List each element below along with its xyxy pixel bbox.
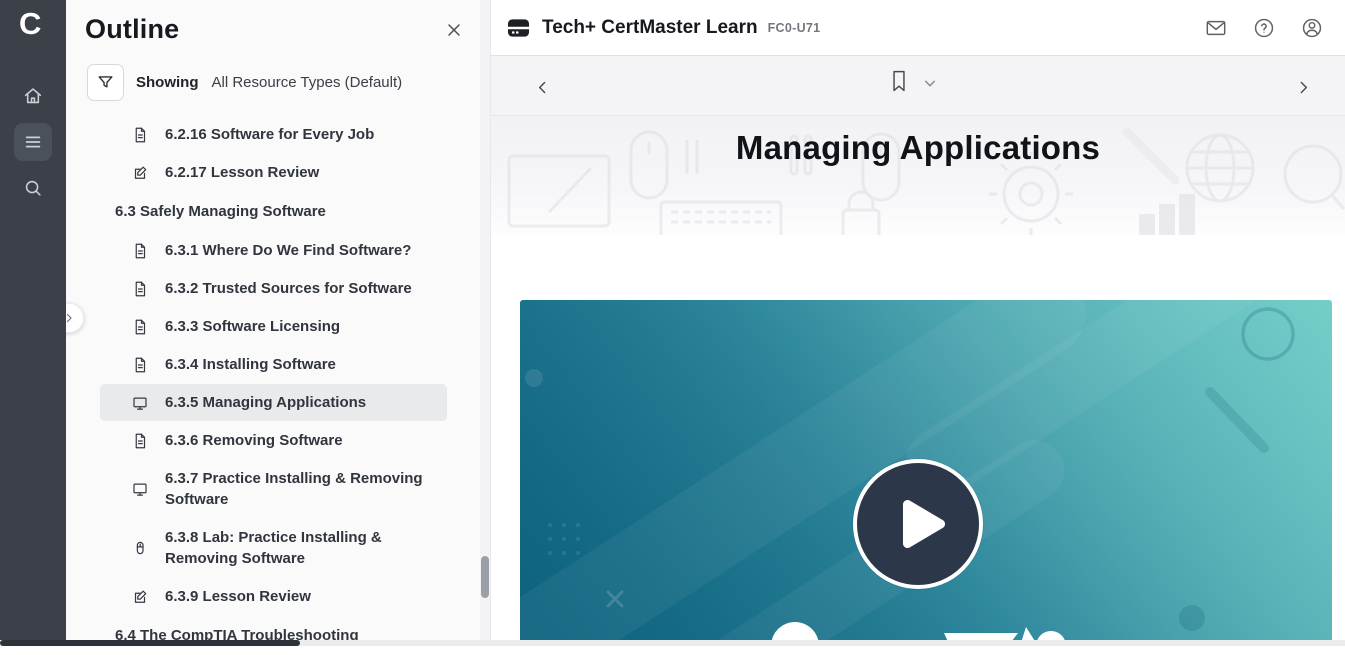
outline-item[interactable]: 6.3.9 Lesson Review [100, 578, 447, 615]
document-icon [131, 242, 149, 260]
account-icon [1301, 17, 1323, 39]
outline-menu-button[interactable] [14, 123, 52, 161]
account-button[interactable] [1297, 13, 1327, 43]
video-player[interactable] [520, 300, 1332, 646]
app-header: Tech+ CertMaster Learn FC0-U71 [491, 0, 1345, 56]
outline-item[interactable]: 6.3.1 Where Do We Find Software? [100, 232, 447, 269]
outline-section-header[interactable]: 6.4 The CompTIA Troubleshooting [100, 616, 447, 655]
monitor-icon [131, 394, 149, 412]
outline-item[interactable]: 6.2.17 Lesson Review [100, 154, 447, 191]
document-icon [131, 280, 149, 298]
mouse-icon [131, 539, 149, 557]
filter-value: All Resource Types (Default) [212, 74, 403, 91]
search-icon [22, 177, 44, 199]
document-icon [131, 356, 149, 374]
outline-item-label: 6.3 Safely Managing Software [115, 201, 326, 222]
previous-page-button[interactable] [528, 73, 556, 101]
outline-item-label: 6.2.16 Software for Every Job [165, 124, 374, 145]
bookmark-icon [890, 69, 908, 94]
lesson-title: Managing Applications [491, 116, 1345, 167]
mail-icon [1205, 18, 1227, 38]
help-button[interactable] [1249, 13, 1279, 43]
outline-item-label: 6.3.7 Practice Installing & Removing Sof… [165, 468, 423, 510]
horizontal-scrollbar-thumb[interactable] [0, 640, 300, 646]
outline-panel-title: Outline [85, 14, 179, 45]
filter-funnel-icon [96, 73, 115, 92]
edit-icon [131, 164, 149, 182]
close-outline-button[interactable] [442, 18, 466, 42]
chevron-right-icon [1295, 79, 1312, 96]
outline-item-label: 6.3.1 Where Do We Find Software? [165, 240, 411, 261]
outline-item-label: 6.3.6 Removing Software [165, 430, 343, 451]
outline-panel: Outline Showing All Resource Types (Defa… [66, 0, 491, 646]
horizontal-scrollbar-track[interactable] [0, 640, 1345, 646]
outline-item-label: 6.3.5 Managing Applications [165, 392, 366, 413]
outline-item[interactable]: 6.3.6 Removing Software [100, 422, 447, 459]
messages-button[interactable] [1201, 14, 1231, 42]
outline-item-label: 6.2.17 Lesson Review [165, 162, 319, 183]
outline-item-label: 6.3.9 Lesson Review [165, 586, 311, 607]
app-title: Tech+ CertMaster Learn [542, 17, 758, 39]
document-icon [131, 432, 149, 450]
play-button[interactable] [853, 459, 983, 589]
outline-item-label: 6.3.4 Installing Software [165, 354, 336, 375]
document-icon [131, 318, 149, 336]
document-icon [131, 126, 149, 144]
outline-item-label: 6.3.8 Lab: Practice Installing & Removin… [165, 527, 423, 569]
outline-item[interactable]: 6.3.8 Lab: Practice Installing & Removin… [100, 519, 447, 577]
next-page-button[interactable] [1289, 73, 1317, 101]
course-code: FC0-U71 [768, 21, 821, 35]
filter-showing-label: Showing [136, 74, 199, 91]
monitor-icon [131, 480, 149, 498]
lesson-banner: Managing Applications [491, 116, 1345, 235]
search-button[interactable] [14, 169, 52, 207]
outline-scrollbar-thumb[interactable] [481, 556, 489, 598]
bookmark-control[interactable] [890, 69, 936, 94]
comptia-logo[interactable]: C [0, 0, 66, 39]
product-card-icon[interactable] [507, 17, 530, 39]
outline-list: 6.2.16 Software for Every Job 6.2.17 Les… [66, 116, 490, 655]
home-icon [22, 85, 44, 107]
outline-item-label: 6.3.3 Software Licensing [165, 316, 340, 337]
play-icon [897, 496, 949, 552]
chevron-left-icon [534, 79, 551, 96]
home-button[interactable] [14, 77, 52, 115]
outline-item-label: 6.3.2 Trusted Sources for Software [165, 278, 412, 299]
chevron-down-icon [924, 79, 936, 88]
outline-item[interactable]: 6.3.7 Practice Installing & Removing Sof… [100, 460, 447, 518]
outline-section-header[interactable]: 6.3 Safely Managing Software [100, 192, 447, 231]
edit-icon [131, 588, 149, 606]
outline-item[interactable]: 6.2.16 Software for Every Job [100, 116, 447, 153]
outline-item[interactable]: 6.3.4 Installing Software [100, 346, 447, 383]
outline-item[interactable]: 6.3.3 Software Licensing [100, 308, 447, 345]
help-icon [1253, 17, 1275, 39]
left-rail: C [0, 0, 66, 646]
outline-scrollbar-track[interactable] [480, 0, 490, 640]
main-content: Tech+ CertMaster Learn FC0-U71 [491, 0, 1345, 646]
outline-item[interactable]: 6.3.5 Managing Applications [100, 384, 447, 421]
lesson-nav-bar [491, 56, 1345, 116]
outline-item[interactable]: 6.3.2 Trusted Sources for Software [100, 270, 447, 307]
menu-icon [22, 131, 44, 153]
filter-button[interactable] [87, 64, 124, 101]
